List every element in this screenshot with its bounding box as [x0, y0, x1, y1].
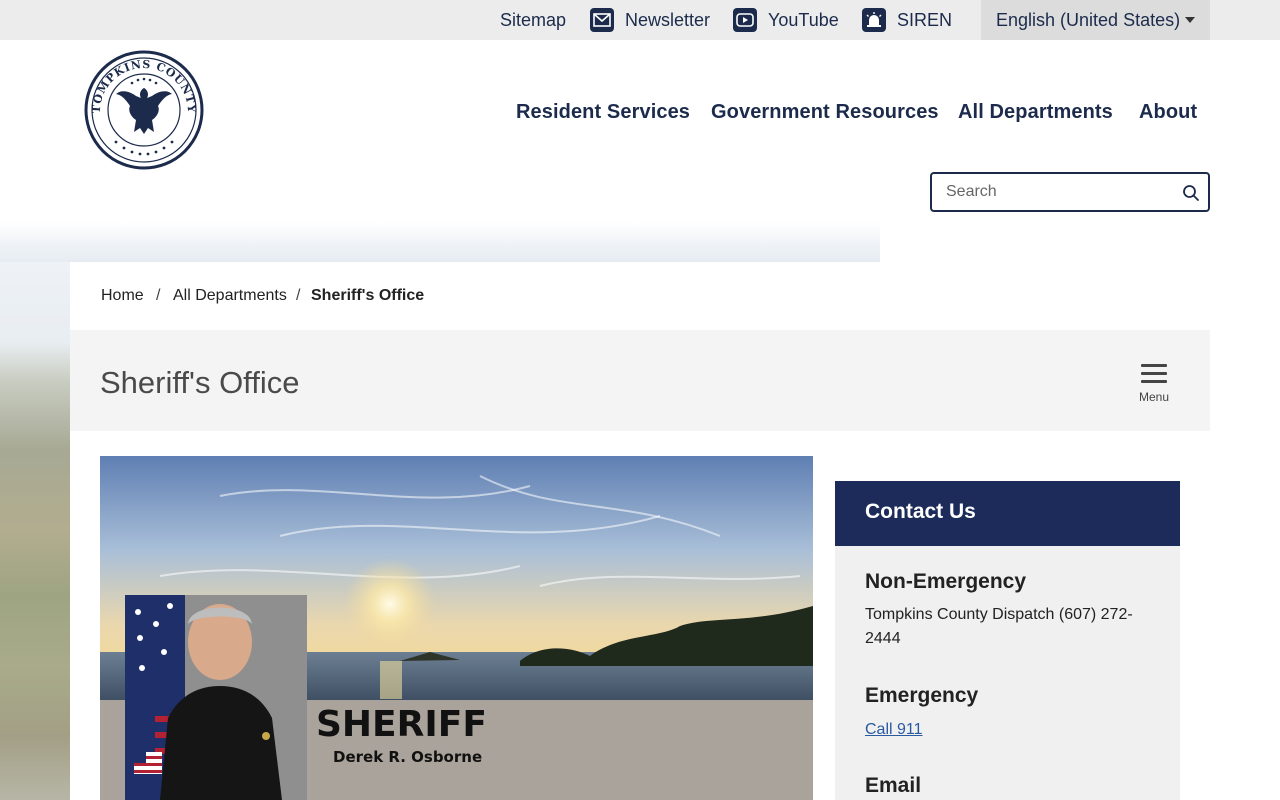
hamburger-icon	[1141, 380, 1167, 383]
search-input[interactable]	[946, 174, 1176, 210]
hamburger-icon	[1141, 372, 1167, 375]
svg-text:Derek R. Osborne: Derek R. Osborne	[333, 748, 482, 766]
nav-about[interactable]: About	[1139, 99, 1197, 125]
non-emergency-heading: Non-Emergency	[865, 570, 1027, 593]
background-sky-band	[0, 222, 880, 262]
breadcrumb-separator: /	[296, 287, 301, 304]
language-label: English (United States)	[996, 9, 1181, 30]
nav-government-resources[interactable]: Government Resources	[711, 99, 939, 125]
newsletter-label: Newsletter	[625, 9, 711, 30]
breadcrumb-home[interactable]: Home	[101, 287, 144, 305]
breadcrumb-all-departments[interactable]: All Departments	[173, 287, 287, 305]
page-title: Sheriff's Office	[100, 365, 300, 400]
sitemap-label: Sitemap	[500, 9, 567, 30]
nav-all-departments[interactable]: All Departments	[958, 99, 1113, 125]
breadcrumb: Home / All Departments / Sheriff's Offic…	[70, 262, 1210, 330]
sheriff-banner-image: SHERIFF Derek R. Osborne	[100, 456, 813, 800]
page-title-band: Sheriff's Office Menu	[70, 330, 1210, 431]
nav-label: About	[1139, 100, 1198, 123]
menu-label: Menu	[1138, 390, 1170, 404]
newsletter-link[interactable]: Newsletter	[590, 0, 710, 40]
background-landscape	[0, 262, 70, 800]
nav-label: All Departments	[958, 100, 1113, 123]
call-911-link[interactable]: Call 911	[865, 721, 923, 739]
envelope-icon	[590, 8, 614, 32]
youtube-label: YouTube	[768, 9, 839, 30]
breadcrumb-current: Sheriff's Office	[311, 287, 425, 304]
siren-label: SIREN	[897, 9, 953, 30]
nav-resident-services[interactable]: Resident Services	[516, 99, 690, 125]
email-heading: Email	[865, 774, 922, 797]
search-box	[930, 172, 1210, 212]
youtube-play-icon	[733, 8, 757, 32]
contact-title: Contact Us	[835, 481, 1180, 546]
svg-text:SHERIFF: SHERIFF	[316, 704, 487, 745]
youtube-link[interactable]: YouTube	[733, 0, 839, 40]
sitemap-link[interactable]: Sitemap	[500, 0, 566, 40]
nav-label: Government Resources	[711, 100, 939, 123]
magnifier-icon[interactable]	[1182, 184, 1200, 202]
siren-link[interactable]: SIREN	[862, 0, 952, 40]
caret-down-icon	[1185, 17, 1195, 23]
county-seal-logo[interactable]: TOMPKINS COUNTY	[84, 50, 204, 170]
non-emergency-text-line2: 2444	[865, 630, 901, 647]
siren-light-icon	[862, 8, 886, 32]
utility-bar: Sitemap Newsletter YouTube SIREN English…	[0, 0, 1280, 40]
language-select[interactable]: English (United States)	[981, 0, 1210, 40]
non-emergency-text-line1: Tompkins County Dispatch (607) 272-	[865, 606, 1133, 623]
hamburger-icon	[1141, 364, 1167, 367]
emergency-heading: Emergency	[865, 684, 979, 707]
breadcrumb-separator: /	[156, 287, 161, 304]
nav-label: Resident Services	[516, 100, 691, 123]
menu-button[interactable]: Menu	[1136, 364, 1172, 406]
contact-card: Contact Us Non-Emergency Tompkins County…	[835, 481, 1180, 800]
